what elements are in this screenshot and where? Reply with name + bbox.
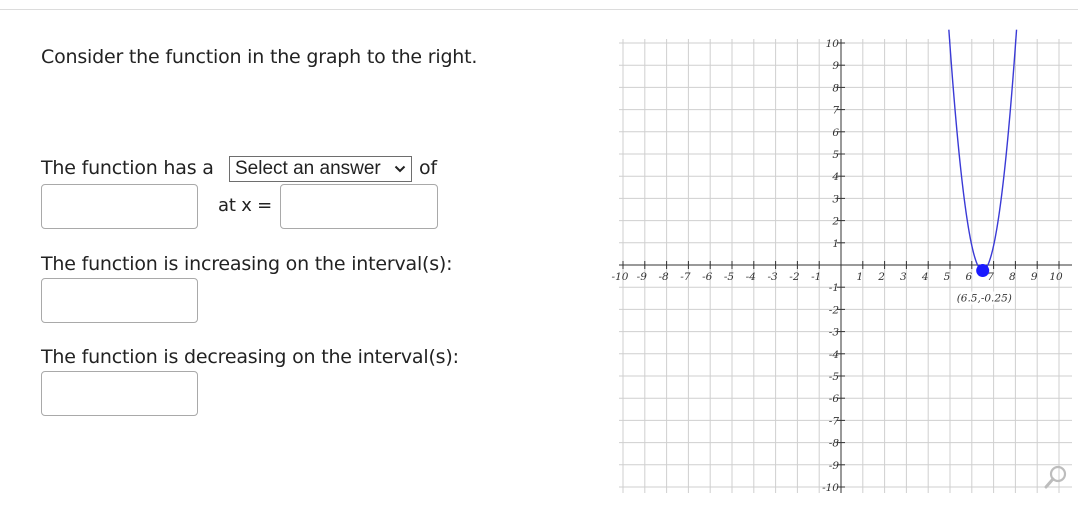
y-tick-label: 2 <box>831 216 839 228</box>
y-tick-label: 9 <box>832 60 839 72</box>
function-graph: -10 -9 -8 -7 -6 -5 -4 -3 -2 -1 1 2 3 4 5 6 7 8 9 10 10 9 8 7 6 5… <box>612 29 1072 494</box>
y-tick-label: 8 <box>832 82 839 94</box>
x-tick-label: 4 <box>921 271 929 283</box>
x-tick-label: -4 <box>746 271 756 283</box>
x-tick-label: 9 <box>1031 271 1038 283</box>
y-tick-label: 1 <box>832 238 839 250</box>
magnify-icon[interactable] <box>1042 463 1072 493</box>
y-tick-label: -2 <box>829 304 840 316</box>
x-tick-label: -5 <box>724 271 735 283</box>
axes <box>619 39 1072 493</box>
y-tick-label: -7 <box>829 415 840 427</box>
x-tick-labels: -10 -9 -8 -7 -6 -5 -4 -3 -2 -1 1 2 3 4 5 6 7 8 9 10 <box>612 271 1063 283</box>
x-tick-label: 1 <box>856 271 863 283</box>
y-tick-label: 10 <box>826 38 840 50</box>
x-tick-label: -1 <box>811 271 821 283</box>
y-tick-label: -3 <box>829 327 840 339</box>
x-tick-label: -10 <box>612 271 629 283</box>
x-tick-label: -9 <box>637 271 648 283</box>
vertex-label: (6.5,-0.25) <box>957 293 1012 305</box>
y-tick-label: -8 <box>829 438 840 450</box>
y-tick-label: 5 <box>832 149 839 161</box>
y-tick-label: 7 <box>832 105 839 117</box>
x-tick-label: -6 <box>702 271 713 283</box>
x-tick-label: 6 <box>965 271 972 283</box>
vertex-point <box>976 264 990 278</box>
y-tick-label: 4 <box>831 171 839 183</box>
y-tick-label: -5 <box>829 371 840 383</box>
y-tick-label: -9 <box>829 460 840 472</box>
y-tick-label: -4 <box>829 349 839 361</box>
x-tick-label: 8 <box>1009 271 1016 283</box>
y-tick-label: 6 <box>832 127 839 139</box>
y-tick-labels: 10 9 8 7 6 5 4 3 2 1 -1 -2 -3 -4 -5 -6 -7 -8 -9 -10 <box>822 38 839 494</box>
x-tick-label: -7 <box>680 271 691 283</box>
y-tick-label: -6 <box>829 393 840 405</box>
x-tick-label: 5 <box>944 271 951 283</box>
x-tick-label: -3 <box>767 271 778 283</box>
y-tick-label: -1 <box>829 282 839 294</box>
y-tick-label: 3 <box>832 193 839 205</box>
grid-lines <box>619 39 1072 493</box>
x-tick-label: -8 <box>658 271 669 283</box>
y-tick-label: -10 <box>822 482 839 494</box>
parabola-curve <box>948 29 1018 272</box>
x-tick-label: 3 <box>900 271 907 283</box>
x-tick-label: 10 <box>1049 271 1063 283</box>
x-tick-label: 2 <box>877 271 885 283</box>
x-tick-label: -2 <box>789 271 800 283</box>
